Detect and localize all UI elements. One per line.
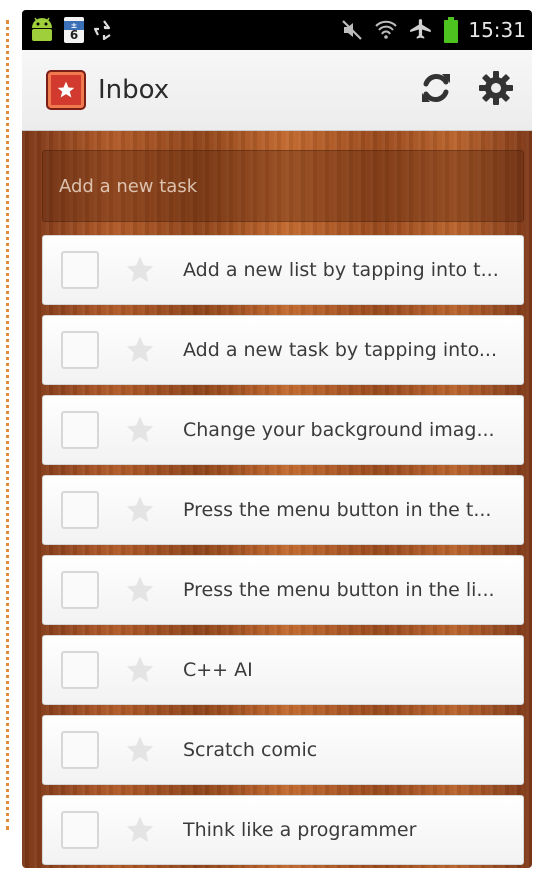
task-checkbox[interactable]	[61, 331, 99, 369]
android-icon	[28, 15, 56, 45]
task-text: C++ AI	[183, 659, 253, 681]
task-item[interactable]: Think like a programmer	[42, 795, 524, 865]
task-item[interactable]: Add a new list by tapping into t...	[42, 235, 524, 305]
sync-icon	[416, 68, 456, 112]
task-checkbox[interactable]	[61, 251, 99, 289]
calendar-day: 6	[69, 27, 79, 42]
task-item[interactable]: Press the menu button in the t...	[42, 475, 524, 545]
task-checkbox[interactable]	[61, 571, 99, 609]
status-bar-left: ± 6	[22, 10, 124, 50]
task-checkbox[interactable]	[61, 651, 99, 689]
task-checkbox[interactable]	[61, 491, 99, 529]
mute-icon	[340, 18, 364, 42]
sync-button[interactable]	[406, 60, 466, 120]
settings-button[interactable]	[466, 60, 526, 120]
screenshot-page: ± 6 15:31 Inbox Add a new task Add a new…	[0, 0, 535, 872]
task-text: Change your background imag...	[183, 419, 495, 441]
task-checkbox[interactable]	[61, 731, 99, 769]
task-item[interactable]: Press the menu button in the li...	[42, 555, 524, 625]
battery-icon	[444, 17, 459, 43]
star-icon[interactable]	[123, 733, 157, 767]
recycle-icon	[92, 18, 116, 42]
add-task-bar	[42, 150, 524, 222]
star-icon[interactable]	[123, 493, 157, 527]
task-text: Press the menu button in the t...	[183, 499, 492, 521]
task-item[interactable]: Change your background imag...	[42, 395, 524, 465]
star-icon[interactable]	[123, 333, 157, 367]
wifi-icon	[374, 18, 398, 42]
page-title: Inbox	[98, 75, 170, 105]
task-text: Add a new list by tapping into t...	[183, 259, 499, 281]
task-text: Scratch comic	[183, 739, 318, 761]
phone-screen: ± 6 15:31 Inbox Add a new task Add a new…	[22, 10, 532, 868]
star-icon[interactable]	[123, 253, 157, 287]
task-text: Think like a programmer	[183, 819, 417, 841]
task-checkbox[interactable]	[61, 411, 99, 449]
app-logo-icon[interactable]	[46, 70, 86, 110]
add-task-input[interactable]	[43, 151, 523, 221]
calendar-icon: ± 6	[64, 17, 84, 43]
status-bar: ± 6 15:31	[22, 10, 532, 50]
status-bar-right: 15:31	[340, 10, 532, 50]
star-icon[interactable]	[123, 413, 157, 447]
task-item[interactable]: Scratch comic	[42, 715, 524, 785]
action-bar: Inbox	[22, 50, 532, 131]
status-time: 15:31	[468, 18, 526, 42]
star-icon[interactable]	[123, 653, 157, 687]
task-item[interactable]: Add a new task by tapping into...	[42, 315, 524, 385]
dotted-border	[6, 20, 9, 830]
settings-gear-icon	[477, 69, 515, 111]
star-icon[interactable]	[123, 573, 157, 607]
task-list: Add a new list by tapping into t... Add …	[42, 235, 524, 868]
task-text: Press the menu button in the li...	[183, 579, 495, 601]
task-item[interactable]: C++ AI	[42, 635, 524, 705]
task-checkbox[interactable]	[61, 811, 99, 849]
star-icon[interactable]	[123, 813, 157, 847]
task-text: Add a new task by tapping into...	[183, 339, 498, 361]
airplane-icon	[408, 17, 434, 43]
